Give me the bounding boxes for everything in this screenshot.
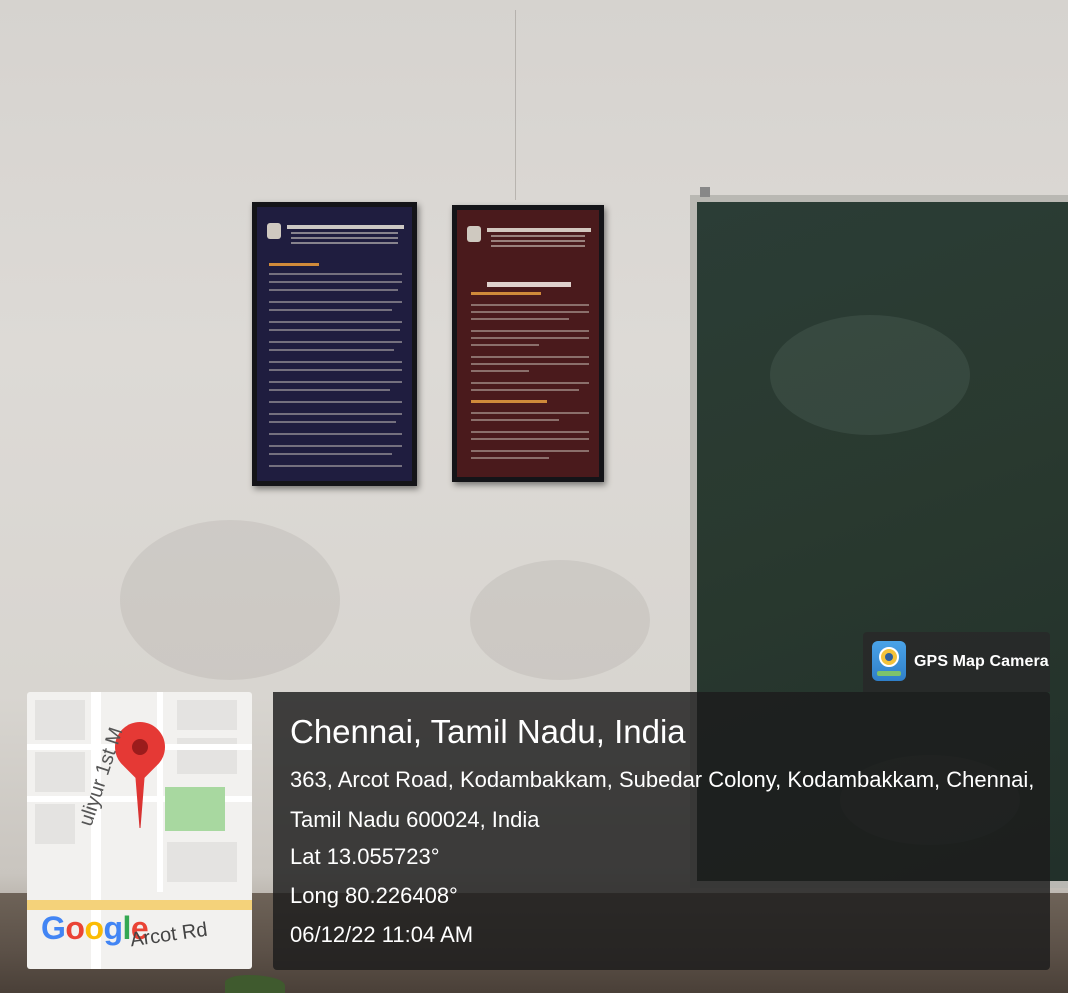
poster-text-line [269, 349, 394, 351]
poster-text-line [471, 389, 579, 391]
gps-map-camera-badge: GPS Map Camera [863, 632, 1050, 692]
map-thumbnail: uliyur 1st M Google Arcot Rd [27, 692, 252, 969]
poster-text-line [471, 318, 569, 320]
poster-text-line [471, 370, 529, 372]
google-logo-letter: g [103, 910, 123, 946]
floor-plant [225, 975, 285, 993]
location-datetime: 06/12/22 11:04 AM [290, 922, 474, 947]
google-logo-letter: o [65, 910, 85, 946]
gps-icon-dot [885, 653, 893, 661]
poster-text-line [471, 337, 589, 339]
wall-crack [515, 10, 516, 200]
poster-text-line [269, 281, 402, 283]
poster-college-name [287, 225, 404, 229]
location-latitude: Lat 13.055723° [290, 844, 440, 869]
board-clip [700, 187, 710, 197]
poster-heading [471, 292, 541, 295]
poster-text-line [269, 309, 392, 311]
poster-text-line [269, 381, 402, 383]
poster-header [467, 226, 591, 254]
gps-icon-base [877, 671, 901, 676]
poster-text-line [471, 356, 589, 358]
poster-text-line [471, 363, 589, 365]
poster-subline [291, 237, 398, 239]
poster-text-line [269, 465, 402, 467]
location-longitude: Long 80.226408° [290, 883, 458, 908]
poster-department [452, 205, 604, 482]
map-block [35, 752, 85, 792]
gps-map-camera-label: GPS Map Camera [914, 653, 1049, 670]
map-main-road [27, 900, 252, 910]
poster-text-line [269, 369, 402, 371]
poster-text-line [269, 273, 402, 275]
poster-subline [291, 242, 398, 244]
poster-college-name [487, 228, 591, 232]
location-city: Chennai, Tamil Nadu, India [290, 713, 686, 750]
poster-heading [471, 400, 547, 403]
board-smudge [770, 315, 970, 435]
poster-subline [491, 235, 585, 237]
poster-subline [491, 245, 585, 247]
map-pin-dot [128, 735, 152, 759]
poster-heading [269, 263, 319, 266]
poster-text-line [269, 361, 402, 363]
poster-text-line [471, 304, 589, 306]
college-logo [267, 223, 281, 239]
poster-text-line [269, 453, 392, 455]
poster-text-line [269, 301, 402, 303]
poster-text-line [269, 421, 396, 423]
poster-text-line [471, 330, 589, 332]
location-address-line2: Tamil Nadu 600024, India [290, 807, 540, 832]
poster-text-line [269, 341, 402, 343]
map-block [177, 700, 237, 730]
poster-subline [491, 240, 585, 242]
poster-text-line [471, 311, 589, 313]
poster-header [267, 223, 404, 251]
poster-text-line [471, 344, 539, 346]
location-address-line1: 363, Arcot Road, Kodambakkam, Subedar Co… [290, 767, 1035, 792]
poster-program-outcomes [252, 202, 417, 486]
poster-text-line [471, 457, 549, 459]
poster-text-line [269, 329, 400, 331]
poster-text-line [471, 431, 589, 433]
wall-stain [470, 560, 650, 680]
poster-text-line [471, 412, 589, 414]
poster-text-line [269, 389, 390, 391]
wall-stain [120, 520, 340, 680]
gps-map-camera-icon [872, 641, 906, 681]
poster-text-line [269, 401, 402, 403]
google-logo-letter: G [41, 910, 66, 946]
poster-text-line [471, 419, 559, 421]
poster-text-line [269, 433, 402, 435]
college-logo [467, 226, 481, 242]
map-block [35, 700, 85, 740]
map-block [167, 842, 237, 882]
poster-text-line [269, 289, 398, 291]
map-road [157, 692, 163, 892]
poster-text-line [471, 438, 589, 440]
google-logo-letter: o [84, 910, 104, 946]
poster-text-line [471, 382, 589, 384]
poster-department-heading [487, 282, 571, 287]
map-block [35, 804, 75, 844]
poster-text-line [471, 450, 589, 452]
poster-text-line [269, 321, 402, 323]
poster-text-line [269, 413, 402, 415]
map-park [165, 787, 225, 831]
poster-subline [291, 232, 398, 234]
poster-text-line [269, 445, 402, 447]
location-info-panel: Chennai, Tamil Nadu, India 363, Arcot Ro… [273, 692, 1050, 970]
